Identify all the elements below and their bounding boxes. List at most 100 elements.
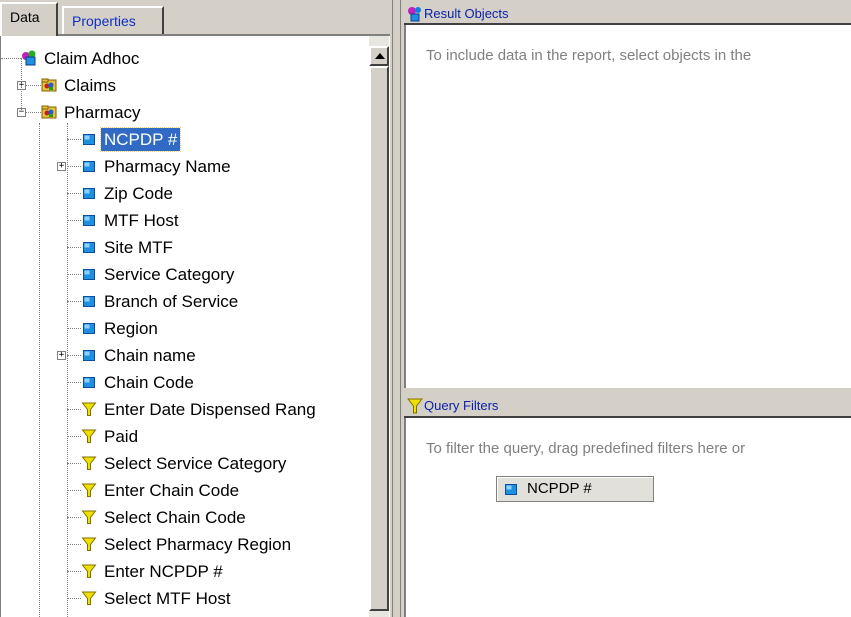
tree-pharmacy-label: Pharmacy [64, 103, 141, 122]
funnel-filter-icon [81, 456, 97, 470]
tree-guide-line [21, 58, 22, 112]
tree-object-row[interactable]: Enter Date Dispensed Rang [1, 396, 369, 423]
tree-guide-line [67, 220, 81, 221]
funnel-filter-icon [407, 398, 423, 414]
tree-object-row[interactable]: Region [1, 315, 369, 342]
tree-guide-line [67, 274, 81, 275]
funnel-filter-icon [81, 402, 97, 416]
tree-guide-line [39, 123, 40, 617]
tree-claims-label: Claims [64, 76, 116, 95]
tree-object-label: Enter Date Dispensed Rang [104, 400, 316, 419]
tree-object-label: Select Service Category [104, 454, 287, 473]
tree-object-label: Chain name [104, 346, 196, 365]
funnel-filter-icon [81, 510, 97, 524]
result-objects-header: Result Objects [404, 3, 851, 25]
object-tree: Claim Adhoc Claims + Pharmacy − NCPDP # Pharma… [1, 36, 369, 617]
funnel-filter-icon [81, 564, 97, 578]
tree-object-label: Select Chain Code [104, 508, 246, 527]
result-objects-drop-zone[interactable]: To include data in the report, select ob… [404, 25, 851, 388]
tree-guide-line [67, 382, 81, 383]
dimension-object-icon [83, 377, 95, 388]
tree-scrollbar[interactable] [369, 36, 389, 617]
tree-object-row[interactable]: Branch of Service [1, 288, 369, 315]
tree-object-label: Region [104, 319, 158, 338]
tree-guide-line [67, 436, 81, 437]
tree-object-label: NCPDP # [99, 127, 182, 152]
tab-strip: Data Properties [0, 0, 390, 36]
dimension-object-icon [83, 350, 95, 361]
tree-object-row[interactable]: NCPDP # [1, 126, 369, 153]
tree-object-label: Chain Code [104, 373, 194, 392]
query-filters-drop-zone[interactable]: To filter the query, drag predefined fil… [404, 418, 851, 617]
universe-icon [22, 50, 36, 66]
tree-object-row[interactable]: Paid [1, 423, 369, 450]
tree-root-row[interactable]: Claim Adhoc [1, 45, 369, 72]
funnel-filter-icon [81, 591, 97, 605]
tree-object-row[interactable]: Select MTF Host [1, 585, 369, 612]
tree-object-row[interactable]: Enter Chain Code [1, 477, 369, 504]
tree-guide-line [67, 193, 81, 194]
tree-object-label: Enter NCPDP # [104, 562, 223, 581]
tree-object-row[interactable]: Chain Code [1, 369, 369, 396]
tree-claims-row[interactable]: Claims [1, 72, 369, 99]
filter-chip-ncpdp[interactable]: NCPDP # [496, 476, 654, 502]
funnel-filter-icon [81, 429, 97, 443]
tree-object-row[interactable]: MTF Host [1, 207, 369, 234]
expand-toggle[interactable]: + [57, 351, 66, 360]
tree-guide-line [67, 166, 81, 167]
scroll-up-button[interactable] [369, 46, 389, 66]
funnel-filter-icon [81, 537, 97, 551]
tree-object-label: Zip Code [104, 184, 173, 203]
tree-object-label: MTF Host [104, 211, 179, 230]
tree-object-row[interactable]: Site MTF [1, 234, 369, 261]
tree-object-label: Site MTF [104, 238, 173, 257]
dimension-object-icon [83, 215, 95, 226]
tree-guide-line [67, 123, 68, 617]
dimension-object-icon [83, 161, 95, 172]
tree-object-row[interactable]: Select MTF Site [1, 612, 369, 617]
object-tree-container: Claim Adhoc Claims + Pharmacy − NCPDP # Pharma… [0, 34, 390, 617]
tree-guide-line [67, 328, 81, 329]
expand-toggle[interactable]: + [57, 162, 66, 171]
tree-object-label: Enter Chain Code [104, 481, 240, 500]
tree-root-label: Claim Adhoc [44, 49, 140, 68]
filter-chip-label: NCPDP # [527, 480, 592, 497]
tree-object-row[interactable]: Select Pharmacy Region [1, 531, 369, 558]
tree-object-row[interactable]: Service Category [1, 261, 369, 288]
result-objects-hint: To include data in the report, select ob… [426, 47, 752, 64]
tree-guide-line [67, 598, 81, 599]
funnel-filter-icon [81, 483, 97, 497]
tree-object-label: Select Pharmacy Region [104, 535, 292, 554]
tab-data[interactable]: Data [0, 2, 58, 36]
result-objects-title: Result Objects [424, 6, 509, 21]
folder-class-icon [41, 105, 57, 119]
tree-guide-line [67, 544, 81, 545]
dimension-object-icon [83, 296, 95, 307]
query-filters-title: Query Filters [424, 398, 499, 413]
query-filters-hint: To filter the query, drag predefined fil… [426, 440, 746, 457]
tree-guide-line [67, 517, 81, 518]
tree-object-row[interactable]: Enter NCPDP # [1, 558, 369, 585]
tree-pharmacy-row[interactable]: Pharmacy [1, 99, 369, 126]
tree-guide-line [67, 355, 81, 356]
tree-guide-line [67, 139, 81, 140]
tree-object-row[interactable]: Zip Code [1, 180, 369, 207]
tree-object-label: Pharmacy Name [104, 157, 231, 176]
panel-splitter[interactable] [390, 0, 404, 617]
tree-guide-line [1, 58, 21, 59]
scroll-thumb[interactable] [369, 66, 389, 611]
tree-object-label: Paid [104, 427, 139, 446]
result-objects-icon [408, 7, 421, 22]
dimension-object-icon [83, 323, 95, 334]
dimension-object-icon [83, 242, 95, 253]
tree-guide-line [67, 409, 81, 410]
tree-object-row[interactable]: Select Service Category [1, 450, 369, 477]
tree-guide-line [67, 301, 81, 302]
query-filters-header: Query Filters [404, 394, 851, 418]
universe-panel: Data Properties Claim Adhoc Claims + Pharma… [0, 0, 390, 617]
tree-object-label: Select MTF Host [104, 589, 231, 608]
tab-properties[interactable]: Properties [62, 6, 164, 34]
tree-object-row[interactable]: Select Chain Code [1, 504, 369, 531]
dimension-object-icon [505, 484, 517, 495]
folder-class-icon [41, 78, 57, 92]
